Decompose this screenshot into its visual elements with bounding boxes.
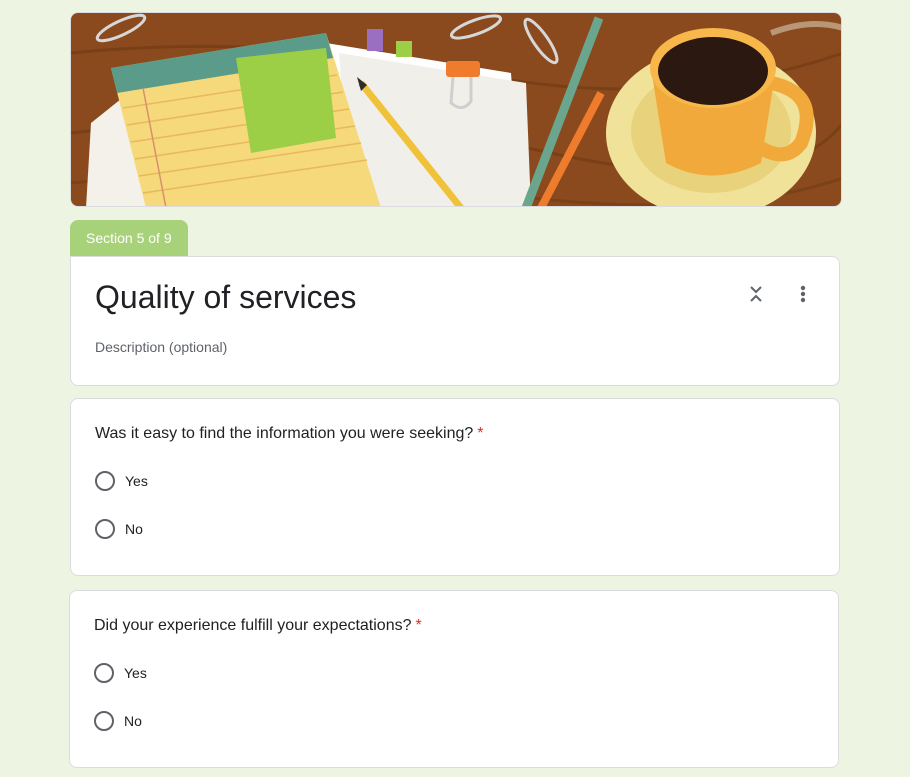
question-card[interactable]: Did your experience fulfill your expecta…: [69, 590, 839, 768]
section-tab: Section 5 of 9: [70, 220, 188, 257]
option-label: No: [124, 713, 142, 729]
radio-option-no[interactable]: No: [95, 517, 143, 541]
radio-button[interactable]: [95, 519, 115, 539]
question-title[interactable]: Was it easy to find the information you …: [95, 425, 484, 443]
question-title[interactable]: Did your experience fulfill your expecta…: [94, 617, 422, 635]
desk-illustration-banner: [71, 13, 841, 206]
radio-option-yes[interactable]: Yes: [95, 469, 148, 493]
option-label: Yes: [124, 665, 147, 681]
radio-option-no[interactable]: No: [94, 709, 142, 733]
question-card[interactable]: Was it easy to find the information you …: [70, 398, 840, 576]
radio-option-yes[interactable]: Yes: [94, 661, 147, 685]
section-title[interactable]: Quality of services: [95, 279, 356, 316]
collapse-icon: [750, 286, 762, 302]
question-text: Was it easy to find the information you …: [95, 425, 474, 442]
radio-button[interactable]: [94, 663, 114, 683]
form-editor-page: Section 5 of 9 Quality of services Descr…: [0, 0, 910, 777]
radio-button[interactable]: [95, 471, 115, 491]
more-options-button[interactable]: [791, 281, 815, 307]
required-asterisk: *: [415, 617, 422, 634]
question-text: Did your experience fulfill your expecta…: [94, 617, 412, 634]
more-vert-icon: [800, 285, 806, 303]
section-title-card[interactable]: Quality of services Description (optiona…: [70, 256, 840, 386]
radio-button[interactable]: [94, 711, 114, 731]
header-banner: [70, 12, 842, 207]
required-asterisk: *: [477, 425, 484, 442]
section-description-input[interactable]: Description (optional): [95, 339, 227, 355]
option-label: No: [125, 521, 143, 537]
collapse-section-button[interactable]: [743, 281, 769, 307]
option-label: Yes: [125, 473, 148, 489]
